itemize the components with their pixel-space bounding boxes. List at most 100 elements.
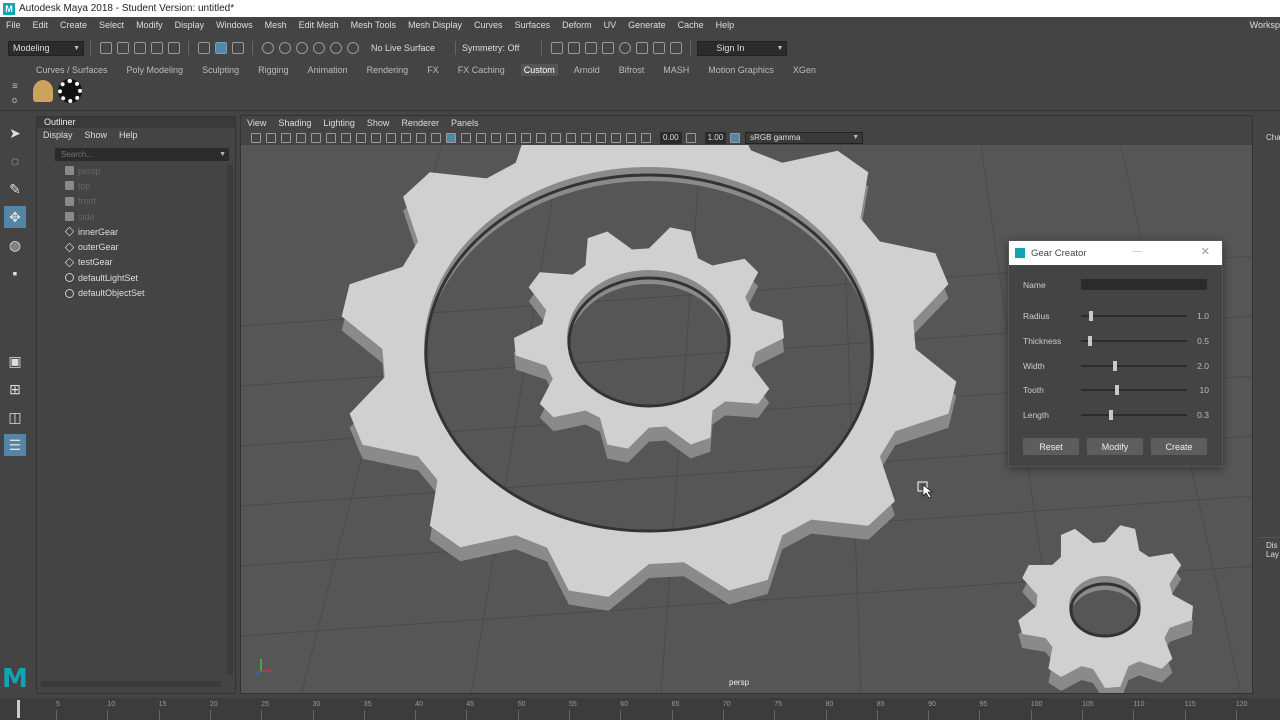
render-settings-icon[interactable] <box>601 42 614 54</box>
default-material-icon[interactable] <box>476 132 486 143</box>
test-gear-mesh[interactable] <box>1018 525 1193 694</box>
outliner-search-input[interactable]: Search... ▼ <box>55 148 229 161</box>
display-tab[interactable]: Dis <box>1258 537 1280 550</box>
menu-mesh-tools[interactable]: Mesh Tools <box>351 20 396 30</box>
width-slider[interactable] <box>1081 360 1187 372</box>
menu-display[interactable]: Display <box>175 20 205 30</box>
gear-tool-icon[interactable] <box>58 79 82 103</box>
outliner-item[interactable]: innerGear <box>37 224 235 239</box>
snap-grid-icon[interactable] <box>261 42 274 54</box>
menu-windows[interactable]: Windows <box>216 20 253 30</box>
two-view-icon[interactable]: ◫ <box>4 406 26 428</box>
select-tool-icon[interactable]: ➤ <box>4 122 26 144</box>
bookmark-icon[interactable] <box>281 132 291 143</box>
outliner-item[interactable]: outerGear <box>37 239 235 254</box>
character-script-icon[interactable] <box>33 80 53 102</box>
camera-attr-icon[interactable] <box>266 132 276 143</box>
wireframe-icon[interactable] <box>446 132 456 143</box>
shelf-tab-motion-graphics[interactable]: Motion Graphics <box>708 65 774 75</box>
menu-curves[interactable]: Curves <box>474 20 503 30</box>
xray-icon[interactable] <box>596 132 606 143</box>
shelf-tab-rendering[interactable]: Rendering <box>367 65 409 75</box>
outliner-item[interactable]: top <box>37 178 235 193</box>
thickness-slider[interactable] <box>1081 335 1187 347</box>
mode-menu-selector[interactable]: Modeling ▼ <box>8 40 84 56</box>
render-view-icon[interactable] <box>550 42 563 54</box>
menu-modify[interactable]: Modify <box>136 20 163 30</box>
gamma-icon[interactable] <box>685 132 696 143</box>
time-slider[interactable]: 5 10 15 20 25 30 35 40 45 50 55 60 65 70 75 80 85 90 95 100… <box>0 698 1280 720</box>
snap-surface-icon[interactable] <box>329 42 342 54</box>
outliner-menu-display[interactable]: Display <box>43 130 73 140</box>
shelf-tab-poly-modeling[interactable]: Poly Modeling <box>127 65 184 75</box>
menu-create[interactable]: Create <box>60 20 87 30</box>
minimize-icon[interactable]: — <box>1132 246 1142 257</box>
menu-generate[interactable]: Generate <box>628 20 666 30</box>
shelf-tab-sculpting[interactable]: Sculpting <box>202 65 239 75</box>
shelf-tab-animation[interactable]: Animation <box>308 65 348 75</box>
scale-tool-icon[interactable]: ▪ <box>4 262 26 284</box>
reset-button[interactable]: Reset <box>1023 438 1079 455</box>
outliner-item[interactable]: side <box>37 209 235 224</box>
outliner-item[interactable]: front <box>37 194 235 209</box>
select-component-icon[interactable] <box>231 42 244 54</box>
exposure-icon[interactable] <box>641 132 651 143</box>
smooth-shade-icon[interactable] <box>461 132 471 143</box>
layers-tab[interactable]: Lay <box>1258 550 1280 559</box>
film-gate-icon[interactable] <box>356 132 366 143</box>
xray-joints-icon[interactable] <box>611 132 621 143</box>
outliner-scrollbar[interactable] <box>227 165 233 675</box>
camera-select-icon[interactable] <box>251 132 261 143</box>
outliner-item[interactable]: testGear <box>37 255 235 270</box>
resolution-gate-icon[interactable] <box>371 132 381 143</box>
live-surface-label[interactable]: No Live Surface <box>371 43 435 53</box>
shadows-icon[interactable] <box>521 132 531 143</box>
shelf-tab-fx-caching[interactable]: FX Caching <box>458 65 505 75</box>
exposure-field[interactable]: 0.00 <box>660 131 682 144</box>
outliner-menu-help[interactable]: Help <box>119 130 138 140</box>
shelf-tab-bifrost[interactable]: Bifrost <box>619 65 645 75</box>
slider-thumb[interactable] <box>1088 335 1093 346</box>
menu-select[interactable]: Select <box>99 20 124 30</box>
menu-uv[interactable]: UV <box>604 20 617 30</box>
light-editor-icon[interactable] <box>652 42 665 54</box>
select-object-icon[interactable] <box>214 42 227 54</box>
field-chart-icon[interactable] <box>401 132 411 143</box>
pan-zoom-icon[interactable] <box>311 132 321 143</box>
dialog-titlebar[interactable]: Gear Creator — ✕ <box>1009 241 1222 265</box>
shelf-tab-custom[interactable]: Custom <box>520 63 558 76</box>
menu-mesh-display[interactable]: Mesh Display <box>408 20 462 30</box>
outliner-menu-show[interactable]: Show <box>85 130 108 140</box>
viewport-menu-lighting[interactable]: Lighting <box>323 118 355 128</box>
viewport-menu-renderer[interactable]: Renderer <box>401 118 439 128</box>
antialiasing-icon[interactable] <box>566 132 576 143</box>
slider-thumb[interactable] <box>1089 311 1094 321</box>
safe-action-icon[interactable] <box>416 132 426 143</box>
lighting-icon[interactable] <box>506 132 516 143</box>
close-icon[interactable]: ✕ <box>1201 245 1210 258</box>
ipr-render-icon[interactable] <box>584 42 597 54</box>
viewport-menu-show[interactable]: Show <box>367 118 390 128</box>
tooth-slider[interactable] <box>1081 384 1187 396</box>
render-frame-icon[interactable] <box>567 42 580 54</box>
paint-select-icon[interactable]: ✎ <box>4 178 26 200</box>
inner-gear-mesh[interactable] <box>514 227 784 463</box>
move-tool-icon[interactable]: ✥ <box>4 206 26 228</box>
workspace-label[interactable]: Worksp <box>1250 20 1280 30</box>
channel-box-tab[interactable]: Cha <box>1258 133 1280 142</box>
radius-slider[interactable] <box>1081 310 1187 322</box>
menu-file[interactable]: File <box>6 20 21 30</box>
menu-edit-mesh[interactable]: Edit Mesh <box>299 20 339 30</box>
ambient-occlusion-icon[interactable] <box>536 132 546 143</box>
menu-cache[interactable]: Cache <box>678 20 704 30</box>
viewport-menu-shading[interactable]: Shading <box>278 118 311 128</box>
undo-icon[interactable] <box>150 42 163 54</box>
menu-mesh[interactable]: Mesh <box>265 20 287 30</box>
viewport-menu-panels[interactable]: Panels <box>451 118 479 128</box>
shelf-tab-mash[interactable]: MASH <box>663 65 689 75</box>
textured-icon[interactable] <box>491 132 501 143</box>
save-scene-icon[interactable] <box>133 42 146 54</box>
menu-edit[interactable]: Edit <box>33 20 49 30</box>
symmetry-label[interactable]: Symmetry: Off <box>462 43 519 53</box>
gate-mask-icon[interactable] <box>386 132 396 143</box>
